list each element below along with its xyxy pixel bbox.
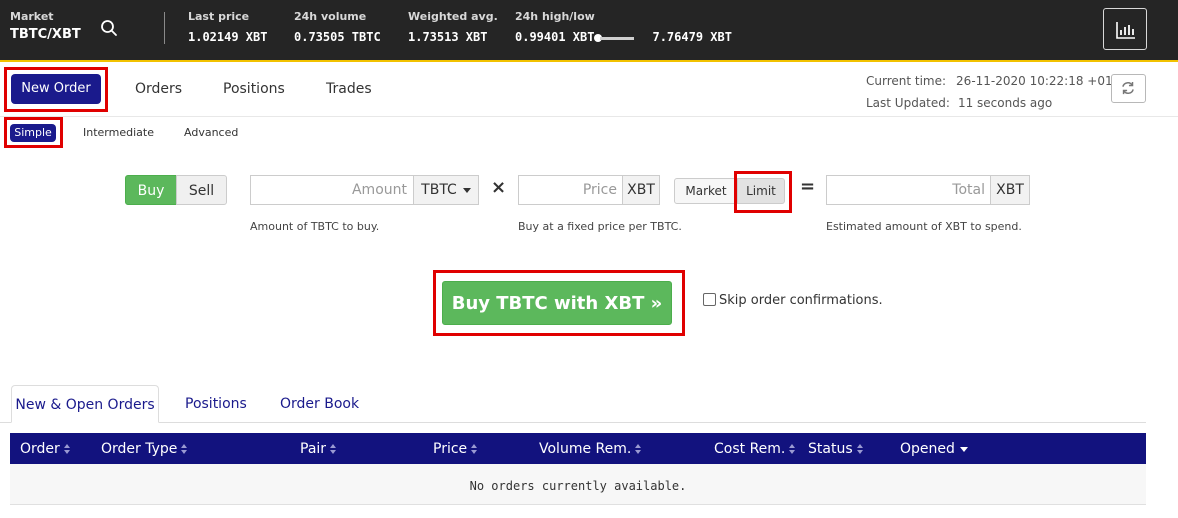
multiply-symbol: × <box>491 177 507 198</box>
tab-positions[interactable]: Positions <box>223 81 285 97</box>
volume-stat: 24h volume 0.73505 TBTC <box>294 10 381 44</box>
current-time-row: Current time: 26-11-2020 10:22:18 +01:00 <box>866 70 1132 92</box>
tab-order-book[interactable]: Order Book <box>280 396 359 412</box>
high-low-label: 24h high/low <box>515 10 595 23</box>
main-nav: New Order Orders Positions Trades Curren… <box>0 64 1178 116</box>
col-order-label: Order <box>20 441 60 457</box>
sort-icon <box>63 443 71 455</box>
header-divider <box>164 12 165 44</box>
total-input[interactable]: Total <box>826 175 992 205</box>
col-price-label: Price <box>433 441 468 457</box>
high-low-stat: 24h high/low 0.99401 XBT 7.76479 XBT <box>515 10 732 44</box>
col-opened-label: Opened <box>900 441 955 457</box>
chart-button[interactable] <box>1103 8 1147 50</box>
tab-orders[interactable]: Orders <box>135 81 182 97</box>
market-block[interactable]: Market TBTC/XBT <box>10 10 81 42</box>
subtab-intermediate[interactable]: Intermediate <box>83 126 154 139</box>
amount-unit-label: TBTC <box>421 182 457 198</box>
col-price[interactable]: Price <box>433 441 478 457</box>
last-updated-label: Last Updated: <box>866 96 950 110</box>
highlight-submit <box>433 270 685 336</box>
empty-orders-message: No orders currently available. <box>469 479 687 493</box>
col-status[interactable]: Status <box>808 441 864 457</box>
sort-icon <box>471 443 478 455</box>
volume-label: 24h volume <box>294 10 367 23</box>
col-order-type[interactable]: Order Type <box>101 441 188 457</box>
volume-value: 0.73505 TBTC <box>294 30 381 44</box>
total-unit-addon: XBT <box>990 175 1030 205</box>
caret-down-icon <box>462 187 471 193</box>
low-value: 0.99401 XBT <box>515 30 595 44</box>
highlight-limit <box>734 171 792 213</box>
amount-input[interactable]: Amount <box>250 175 414 205</box>
search-icon[interactable] <box>100 19 118 37</box>
refresh-icon <box>1122 81 1134 95</box>
weighted-avg-stat: Weighted avg. 1.73513 XBT <box>408 10 498 44</box>
tab-new-open-orders[interactable]: New & Open Orders <box>11 385 159 423</box>
price-input[interactable]: Price <box>518 175 624 205</box>
sort-desc-icon <box>959 446 968 452</box>
tab-trades[interactable]: Trades <box>326 81 372 97</box>
market-order-button[interactable]: Market <box>674 178 738 204</box>
sell-toggle-button[interactable]: Sell <box>176 175 227 205</box>
col-pair[interactable]: Pair <box>300 441 337 457</box>
col-volume-rem[interactable]: Volume Rem. <box>539 441 642 457</box>
total-help-text: Estimated amount of XBT to spend. <box>826 220 1022 233</box>
sort-icon <box>181 443 188 455</box>
current-time-value: 26-11-2020 10:22:18 +01:00 <box>956 74 1132 88</box>
amount-help-text: Amount of TBTC to buy. <box>250 220 380 233</box>
bottom-tabs-divider <box>0 422 1146 423</box>
last-price-value: 1.02149 XBT <box>188 30 268 44</box>
sort-icon <box>330 443 337 455</box>
time-info: Current time: 26-11-2020 10:22:18 +01:00 … <box>866 70 1132 114</box>
high-low-values: 0.99401 XBT 7.76479 XBT <box>515 30 732 44</box>
buy-toggle-button[interactable]: Buy <box>125 175 177 205</box>
col-opened[interactable]: Opened <box>900 441 968 457</box>
col-volume-rem-label: Volume Rem. <box>539 441 632 457</box>
high-low-range-indicator <box>594 33 648 42</box>
col-order[interactable]: Order <box>20 441 71 457</box>
col-cost-rem[interactable]: Cost Rem. <box>714 441 796 457</box>
col-cost-rem-label: Cost Rem. <box>714 441 786 457</box>
weighted-avg-value: 1.73513 XBT <box>408 30 488 44</box>
skip-confirmation-checkbox[interactable] <box>703 293 716 306</box>
price-help-text: Buy at a fixed price per TBTC. <box>518 220 682 233</box>
highlight-new-order <box>4 67 108 112</box>
col-pair-label: Pair <box>300 441 327 457</box>
high-value: 7.76479 XBT <box>652 30 732 44</box>
refresh-button[interactable] <box>1111 74 1146 103</box>
range-bar <box>600 36 635 40</box>
amount-unit-dropdown[interactable]: TBTC <box>413 175 479 205</box>
last-updated-value: 11 seconds ago <box>957 96 1053 110</box>
orders-table-body: No orders currently available. <box>10 464 1146 505</box>
equals-symbol: = <box>800 176 816 197</box>
market-label: Market <box>10 10 54 23</box>
sort-icon <box>789 443 796 455</box>
highlight-simple <box>4 117 63 148</box>
price-unit-addon: XBT <box>622 175 660 205</box>
tab-bottom-positions[interactable]: Positions <box>185 396 247 412</box>
sort-icon <box>856 443 864 455</box>
orders-table-header: Order Order Type Pair Price Volume Rem. … <box>10 433 1146 464</box>
skip-confirmation-option[interactable]: Skip order confirmations. <box>703 293 883 308</box>
nav-divider <box>0 116 1178 117</box>
last-price-label: Last price <box>188 10 250 23</box>
weighted-avg-label: Weighted avg. <box>408 10 498 23</box>
skip-confirmation-label: Skip order confirmations. <box>719 293 883 308</box>
col-status-label: Status <box>808 441 853 457</box>
last-price-stat: Last price 1.02149 XBT <box>188 10 267 44</box>
last-updated-row: Last Updated: 11 seconds ago <box>866 92 1132 114</box>
col-order-type-label: Order Type <box>101 441 178 457</box>
bar-chart-icon <box>1116 22 1135 39</box>
market-pair[interactable]: TBTC/XBT <box>10 27 81 42</box>
sort-icon <box>635 443 642 455</box>
market-header-bar: Market TBTC/XBT Last price 1.02149 XBT 2… <box>0 0 1178 62</box>
subtab-advanced[interactable]: Advanced <box>184 126 238 139</box>
current-time-label: Current time: <box>866 74 947 88</box>
